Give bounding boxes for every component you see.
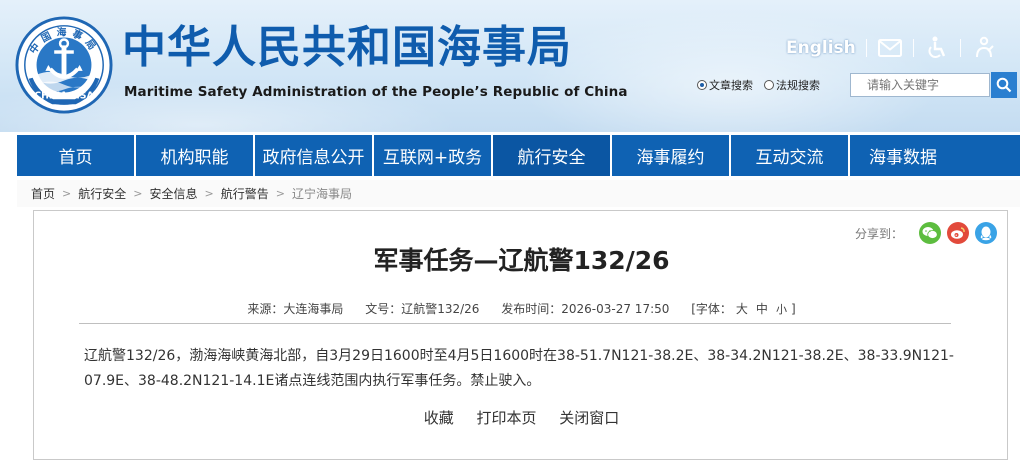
close-window-button[interactable]: 关闭窗口 [559, 409, 619, 427]
font-size-small-button[interactable]: 小 [776, 303, 787, 316]
breadcrumb-link[interactable]: 首页 [31, 185, 55, 202]
breadcrumb-link[interactable]: 航行警告 [221, 185, 269, 202]
search-option-article[interactable]: 文章搜索 [697, 77, 753, 93]
breadcrumb-link[interactable]: 航行安全 [78, 185, 126, 202]
radio-regulation[interactable] [764, 80, 774, 90]
article-container: 分享到： 军事任务—辽航警132/26 来源：大连海事局 文号：辽航警132/2… [33, 210, 1008, 460]
site-title-english: Maritime Safety Administration of the Pe… [124, 84, 628, 100]
article-meta: 来源：大连海事局 文号：辽航警132/26 发布时间：2026-03-27 17… [34, 300, 1009, 317]
favorite-button[interactable]: 收藏 [424, 409, 454, 427]
nav-item-interaction[interactable]: 互动交流 [731, 135, 850, 176]
search-option-regulation[interactable]: 法规搜索 [764, 77, 820, 93]
breadcrumb-separator: > [204, 187, 214, 200]
article-title: 军事任务—辽航警132/26 [373, 246, 670, 275]
breadcrumb-separator: > [275, 187, 285, 200]
search-option-label: 文章搜索 [709, 79, 753, 92]
meta-divider [79, 323, 951, 324]
breadcrumb-link[interactable]: 安全信息 [149, 185, 197, 202]
top-toolbar: English [786, 34, 997, 62]
search-button[interactable] [991, 72, 1017, 98]
font-size-medium-button[interactable]: 中 [756, 302, 768, 316]
search-type-options: 文章搜索 法规搜索 [697, 77, 831, 93]
header-light-decoration [520, 10, 940, 132]
search-input[interactable] [850, 73, 990, 97]
toolbar-divider [865, 39, 867, 57]
article-source: 来源：大连海事局 [247, 302, 344, 316]
toolbar-divider [959, 39, 961, 57]
nav-item-org-functions[interactable]: 机构职能 [136, 135, 255, 176]
radio-article[interactable] [697, 80, 707, 90]
font-size-label-close: ] [790, 302, 796, 316]
font-size-label: [字体： [691, 302, 732, 316]
accessibility-icon[interactable] [924, 35, 950, 61]
china-msa-emblem-icon[interactable]: CHINA MSA 中国海事局 [15, 16, 113, 114]
search-option-label: 法规搜索 [776, 79, 820, 92]
nav-item-internet-services[interactable]: 互联网+政务 [374, 135, 493, 176]
search-icon [996, 77, 1012, 93]
site-title: 中华人民共和国海事局 [122, 22, 572, 73]
nav-item-navigation-safety[interactable]: 航行安全 [493, 135, 612, 176]
nav-item-maritime-compliance[interactable]: 海事履约 [612, 135, 731, 176]
share-label: 分享到： [854, 226, 903, 241]
emblem-bottom-text: CHINA MSA [34, 90, 94, 101]
font-size-control: [字体： 大中小] [691, 302, 795, 316]
breadcrumb-current[interactable]: 辽宁海事局 [292, 185, 352, 202]
main-nav: 首页 机构职能 政府信息公开 互联网+政务 航行安全 海事履约 互动交流 海事数… [17, 135, 1020, 176]
elder-mode-icon[interactable] [971, 35, 997, 61]
nav-item-maritime-data[interactable]: 海事数据 [850, 135, 956, 176]
article-actions: 收藏 打印本页 关闭窗口 [34, 407, 1009, 428]
nav-item-gov-info[interactable]: 政府信息公开 [255, 135, 374, 176]
site-header: CHINA MSA 中国海事局 中华人民共和国海事局 Maritime Safe… [0, 0, 1020, 132]
article-doc-number: 文号：辽航警132/26 [365, 302, 480, 316]
breadcrumb: 首页 > 航行安全 > 安全信息 > 航行警告 > 辽宁海事局 [17, 180, 1020, 207]
toolbar-divider [912, 39, 914, 57]
english-version-link[interactable]: English [786, 38, 856, 58]
article-publish-time: 发布时间：2026-03-27 17:50 [501, 302, 670, 316]
mail-icon[interactable] [877, 35, 903, 61]
print-button[interactable]: 打印本页 [476, 409, 536, 427]
breadcrumb-separator: > [133, 187, 143, 200]
nav-item-home[interactable]: 首页 [17, 135, 136, 176]
breadcrumb-separator: > [62, 187, 72, 200]
article-body: 辽航警132/26，渤海海峡黄海北部，自3月29日1600时至4月5日1600时… [84, 348, 954, 389]
font-size-large-button[interactable]: 大 [736, 302, 748, 316]
